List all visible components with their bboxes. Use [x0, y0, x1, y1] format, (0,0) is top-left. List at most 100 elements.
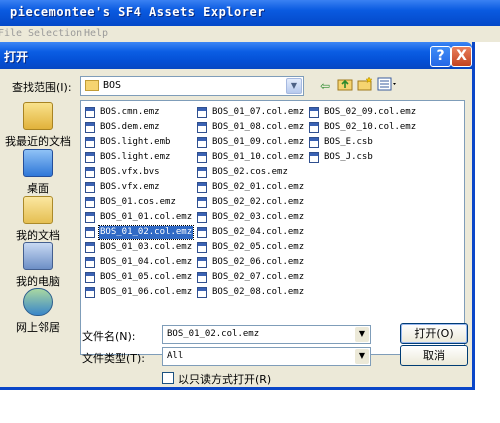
- app-titlebar: piecemontee's SF4 Assets Explorer: [0, 0, 500, 26]
- file-item[interactable]: BOS_01_06.col.emz: [85, 285, 195, 300]
- place-my-computer[interactable]: 我的电脑: [0, 242, 76, 289]
- file-item[interactable]: BOS.vfx.emz: [85, 180, 195, 195]
- file-name: BOS_02_08.col.emz: [212, 287, 305, 297]
- file-item[interactable]: BOS_02_03.col.emz: [197, 210, 307, 225]
- open-button[interactable]: 打开(O): [400, 323, 468, 344]
- file-name: BOS_01_08.col.emz: [212, 122, 305, 132]
- file-item[interactable]: BOS.vfx.bvs: [85, 165, 195, 180]
- file-icon: [197, 167, 207, 178]
- file-name: BOS.light.emb: [100, 137, 171, 147]
- file-item[interactable]: BOS_02_01.col.emz: [197, 180, 307, 195]
- file-icon: [309, 122, 319, 133]
- file-item[interactable]: BOS_02_02.col.emz: [197, 195, 307, 210]
- file-icon: [197, 122, 207, 133]
- file-item[interactable]: BOS_E.csb: [309, 135, 419, 150]
- file-icon: [197, 287, 207, 298]
- file-item[interactable]: BOS_02_04.col.emz: [197, 225, 307, 240]
- filename-input[interactable]: BOS_01_02.col.emz ▼: [162, 325, 371, 344]
- file-name: BOS_02_02.col.emz: [212, 197, 305, 207]
- file-item[interactable]: BOS_01_02.col.emz: [85, 225, 195, 240]
- file-name: BOS_01_07.col.emz: [212, 107, 305, 117]
- place-my-documents[interactable]: 我的文档: [0, 196, 76, 243]
- file-icon: [85, 167, 95, 178]
- file-name: BOS_02_06.col.emz: [212, 257, 305, 267]
- places-bar: 我最近的文档 桌面 我的文档 我的电脑 网上邻居: [0, 102, 78, 342]
- menu-file[interactable]: File: [0, 28, 22, 39]
- readonly-checkbox[interactable]: [162, 372, 174, 384]
- my-documents-icon: [23, 196, 53, 224]
- file-item[interactable]: BOS_01_01.col.emz: [85, 210, 195, 225]
- file-item[interactable]: BOS.dem.emz: [85, 120, 195, 135]
- file-item[interactable]: BOS.light.emb: [85, 135, 195, 150]
- file-icon: [197, 197, 207, 208]
- cancel-button[interactable]: 取消: [400, 345, 468, 366]
- menu-selection[interactable]: Selection: [28, 28, 82, 39]
- back-arrow-icon[interactable]: ⇦: [316, 77, 334, 95]
- file-item[interactable]: BOS_02_09.col.emz: [309, 105, 419, 120]
- place-desktop[interactable]: 桌面: [0, 149, 76, 196]
- dialog-titlebar: 打开 ? X: [0, 42, 472, 69]
- file-icon: [85, 212, 95, 223]
- file-item[interactable]: BOS.cmn.emz: [85, 105, 195, 120]
- file-icon: [85, 107, 95, 118]
- menu-help[interactable]: Help: [84, 28, 108, 39]
- close-button[interactable]: X: [451, 46, 472, 67]
- file-item[interactable]: BOS.light.emz: [85, 150, 195, 165]
- desktop-icon: [23, 149, 53, 177]
- file-item[interactable]: BOS_02_06.col.emz: [197, 255, 307, 270]
- recent-documents-icon: [23, 102, 53, 130]
- file-icon: [309, 107, 319, 118]
- chevron-down-icon[interactable]: ▼: [286, 78, 302, 94]
- file-item[interactable]: BOS_01_03.col.emz: [85, 240, 195, 255]
- place-recent-documents[interactable]: 我最近的文档: [0, 102, 76, 149]
- file-name: BOS.vfx.bvs: [100, 167, 160, 177]
- file-item[interactable]: BOS_01.cos.emz: [85, 195, 195, 210]
- look-in-dropdown[interactable]: BOS ▼: [80, 76, 304, 96]
- file-name: BOS_02_09.col.emz: [324, 107, 417, 117]
- file-item[interactable]: BOS_01_04.col.emz: [85, 255, 195, 270]
- file-icon: [309, 152, 319, 163]
- file-item[interactable]: BOS_02.cos.emz: [197, 165, 307, 180]
- file-name: BOS_02_04.col.emz: [212, 227, 305, 237]
- file-icon: [197, 212, 207, 223]
- file-item[interactable]: BOS_02_08.col.emz: [197, 285, 307, 300]
- file-name: BOS_01_06.col.emz: [100, 287, 193, 297]
- file-item[interactable]: BOS_02_05.col.emz: [197, 240, 307, 255]
- file-item[interactable]: BOS_01_09.col.emz: [197, 135, 307, 150]
- chevron-down-icon[interactable]: ▼: [355, 327, 369, 342]
- file-icon: [85, 287, 95, 298]
- file-item[interactable]: BOS_02_10.col.emz: [309, 120, 419, 135]
- file-name: BOS_01_01.col.emz: [100, 212, 193, 222]
- file-item[interactable]: BOS_01_10.col.emz: [197, 150, 307, 165]
- file-name: BOS_02.cos.emz: [212, 167, 288, 177]
- file-name: BOS_J.csb: [324, 152, 373, 162]
- file-name: BOS.dem.emz: [100, 122, 160, 132]
- file-name: BOS.vfx.emz: [100, 182, 160, 192]
- file-item[interactable]: BOS_01_07.col.emz: [197, 105, 307, 120]
- dialog-title: 打开: [4, 50, 29, 64]
- up-folder-icon[interactable]: [336, 77, 354, 95]
- place-network[interactable]: 网上邻居: [0, 288, 76, 335]
- look-in-value: BOS: [103, 80, 122, 91]
- file-icon: [197, 107, 207, 118]
- file-icon: [85, 122, 95, 133]
- view-menu-icon[interactable]: [376, 77, 400, 95]
- file-name: BOS.cmn.emz: [100, 107, 160, 117]
- file-name: BOS_01.cos.emz: [100, 197, 176, 207]
- file-item[interactable]: BOS_J.csb: [309, 150, 419, 165]
- file-name: BOS_02_03.col.emz: [212, 212, 305, 222]
- file-item[interactable]: BOS_01_08.col.emz: [197, 120, 307, 135]
- help-button[interactable]: ?: [430, 46, 451, 67]
- new-folder-icon[interactable]: [356, 76, 374, 95]
- filetype-label: 文件类型(T):: [82, 352, 146, 365]
- file-icon: [85, 242, 95, 253]
- file-name: BOS_02_10.col.emz: [324, 122, 417, 132]
- file-icon: [197, 242, 207, 253]
- file-name: BOS_01_09.col.emz: [212, 137, 305, 147]
- place-label: 我的电脑: [16, 275, 60, 288]
- file-list[interactable]: BOS.cmn.emz BOS.dem.emz BOS.light.emb BOS.l…: [80, 100, 465, 355]
- filetype-dropdown[interactable]: All ▼: [162, 347, 371, 366]
- chevron-down-icon[interactable]: ▼: [355, 349, 369, 364]
- file-item[interactable]: BOS_01_05.col.emz: [85, 270, 195, 285]
- file-item[interactable]: BOS_02_07.col.emz: [197, 270, 307, 285]
